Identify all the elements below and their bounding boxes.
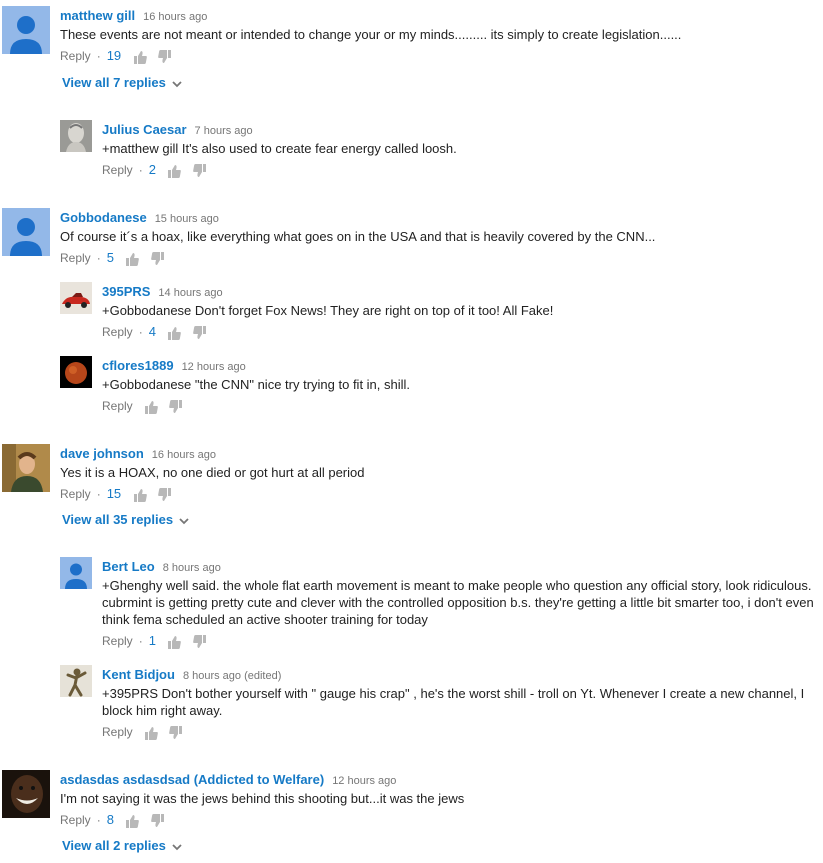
like-count: 15 <box>106 486 122 501</box>
comment-time[interactable]: 7 hours ago <box>195 125 253 137</box>
thumbs-down-icon[interactable] <box>158 49 172 64</box>
like-count: 5 <box>106 250 114 265</box>
like-count: 2 <box>148 162 156 177</box>
chevron-down-icon <box>172 76 182 91</box>
comment-time[interactable]: 8 hours ago <box>163 562 221 574</box>
thumbs-down-icon[interactable] <box>192 325 207 340</box>
comment-author[interactable]: 395PRS <box>102 284 150 299</box>
comment-time[interactable]: 15 hours ago <box>155 213 219 225</box>
reply-button[interactable]: Reply <box>102 399 133 413</box>
avatar[interactable] <box>60 120 92 152</box>
view-replies-label: View all 2 replies <box>62 838 166 853</box>
comment-author[interactable]: cflores1889 <box>102 358 174 373</box>
like-count: 19 <box>106 48 122 63</box>
comment-text: +395PRS Don't bother yourself with " gau… <box>102 686 805 718</box>
thumbs-down-icon[interactable] <box>192 634 207 649</box>
avatar[interactable] <box>60 282 92 314</box>
chevron-down-icon <box>179 513 189 528</box>
comment-author[interactable]: dave johnson <box>60 446 144 461</box>
comment-text: +matthew gill It's also used to create f… <box>102 141 457 156</box>
separator: · <box>96 487 101 501</box>
comment-time[interactable]: 8 hours ago (edited) <box>183 670 281 682</box>
thumbs-down-icon[interactable] <box>192 163 207 178</box>
reply-button[interactable]: Reply <box>60 813 91 827</box>
default-avatar-icon[interactable] <box>2 208 50 256</box>
reply-button[interactable]: Reply <box>60 487 91 501</box>
like-count: 1 <box>148 633 156 648</box>
reply-button[interactable]: Reply <box>102 634 133 648</box>
separator: · <box>96 49 101 63</box>
separator: · <box>138 325 143 339</box>
chevron-down-icon <box>172 839 182 854</box>
thumbs-up-icon[interactable] <box>125 814 140 828</box>
thumbs-up-icon[interactable] <box>133 488 147 502</box>
comment-author[interactable]: Julius Caesar <box>102 122 187 137</box>
thumbs-up-icon[interactable] <box>167 326 182 340</box>
comment-text: +Gobbodanese "the CNN" nice try trying t… <box>102 377 411 392</box>
thumbs-up-icon[interactable] <box>167 635 182 649</box>
like-count: 4 <box>148 324 156 339</box>
thumbs-down-icon[interactable] <box>158 487 172 502</box>
comment-author[interactable]: Kent Bidjou <box>102 667 175 682</box>
avatar[interactable] <box>2 444 50 492</box>
thumbs-up-icon[interactable] <box>144 400 158 414</box>
view-replies-label: View all 7 replies <box>62 75 166 90</box>
separator: · <box>96 251 101 265</box>
thumbs-down-icon[interactable] <box>150 813 165 828</box>
reply-button[interactable]: Reply <box>60 49 91 63</box>
comment-text: I'm not saying it was the jews behind th… <box>60 791 465 806</box>
comment-author[interactable]: Gobbodanese <box>60 210 147 225</box>
avatar[interactable] <box>60 665 92 697</box>
view-replies-button[interactable]: View all 35 replies <box>62 512 189 528</box>
comment-text: +Gobbodanese Don't forget Fox News! They… <box>102 303 554 318</box>
reply-button[interactable]: Reply <box>60 251 91 265</box>
thumbs-down-icon[interactable] <box>150 251 165 266</box>
separator: · <box>138 634 143 648</box>
comment-author[interactable]: matthew gill <box>60 8 135 23</box>
like-count: 8 <box>106 812 114 827</box>
comment-time[interactable]: 16 hours ago <box>143 11 207 23</box>
view-replies-button[interactable]: View all 2 replies <box>62 838 182 854</box>
avatar[interactable] <box>2 770 50 818</box>
thumbs-up-icon[interactable] <box>125 252 140 266</box>
comment-author[interactable]: Bert Leo <box>102 559 155 574</box>
comment-text: Of course it´s a hoax, like everything w… <box>60 229 656 244</box>
comment-time[interactable]: 14 hours ago <box>158 287 222 299</box>
reply-button[interactable]: Reply <box>102 163 133 177</box>
thumbs-down-icon[interactable] <box>169 725 183 740</box>
separator: · <box>96 813 101 827</box>
comment-text: These events are not meant or intended t… <box>60 27 682 42</box>
comment-text: Yes it is a HOAX, no one died or got hur… <box>60 465 365 480</box>
comment-time[interactable]: 12 hours ago <box>182 361 246 373</box>
reply-button[interactable]: Reply <box>102 725 133 739</box>
thumbs-down-icon[interactable] <box>169 399 183 414</box>
comment-time[interactable]: 16 hours ago <box>152 449 216 461</box>
default-avatar-icon[interactable] <box>60 557 92 589</box>
thumbs-up-icon[interactable] <box>167 164 182 178</box>
view-replies-label: View all 35 replies <box>62 512 174 527</box>
default-avatar-icon[interactable] <box>2 6 50 54</box>
separator: · <box>138 163 143 177</box>
comment-author[interactable]: asdasdas asdasdsad (Addicted to Welfare) <box>60 772 324 787</box>
thumbs-up-icon[interactable] <box>133 50 147 64</box>
comment-time[interactable]: 12 hours ago <box>332 775 396 787</box>
reply-button[interactable]: Reply <box>102 325 133 339</box>
view-replies-button[interactable]: View all 7 replies <box>62 75 182 91</box>
comment-text: +Ghenghy well said. the whole flat earth… <box>102 578 814 627</box>
thumbs-up-icon[interactable] <box>144 726 158 740</box>
avatar[interactable] <box>60 356 92 388</box>
